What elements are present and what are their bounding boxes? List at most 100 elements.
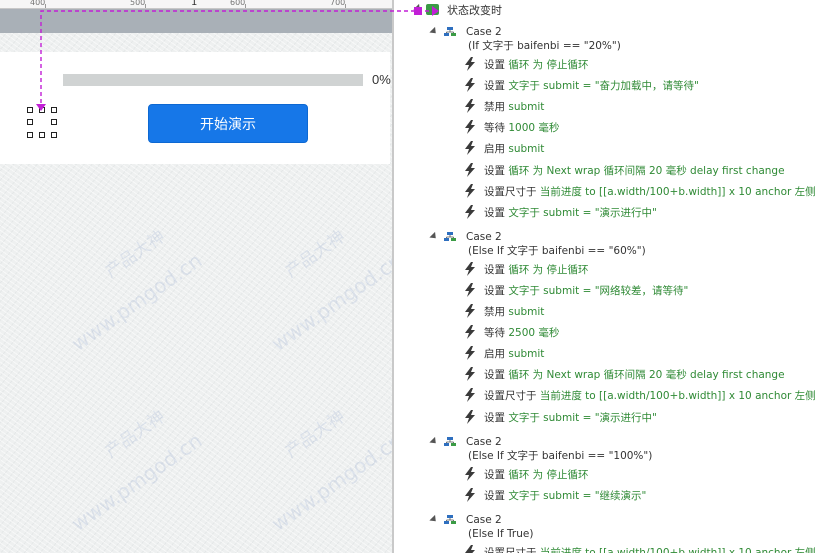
lightning-bolt-icon bbox=[465, 466, 475, 481]
action-row[interactable]: 启用 submit bbox=[484, 347, 544, 361]
action-row[interactable]: 设置 循环 为 停止循环 bbox=[484, 263, 589, 277]
lightning-bolt-icon bbox=[465, 99, 475, 114]
lightning-bolt-icon bbox=[465, 409, 475, 424]
action-target: 文字于 submit = "演示进行中" bbox=[508, 411, 657, 424]
watermark: www.pmgod.cn bbox=[66, 428, 207, 536]
case-condition[interactable]: (Else If True) bbox=[468, 527, 533, 541]
expand-caret-icon[interactable] bbox=[429, 436, 439, 446]
action-row[interactable]: 设置 文字于 submit = "继续演示" bbox=[484, 489, 646, 503]
action-verb: 设置 bbox=[484, 59, 505, 71]
case-condition[interactable]: (If 文字于 baifenbi == "20%") bbox=[468, 39, 621, 53]
action-target: 1000 毫秒 bbox=[508, 122, 560, 135]
action-row[interactable]: 设置 文字于 submit = "奋力加载中，请等待" bbox=[484, 79, 699, 93]
watermark: www.pmgod.cn bbox=[266, 248, 393, 356]
action-target: 2500 毫秒 bbox=[508, 327, 560, 340]
action-verb: 设置 bbox=[484, 468, 505, 481]
action-target: submit bbox=[508, 143, 545, 156]
ruler-tick bbox=[245, 4, 246, 8]
resize-handle[interactable] bbox=[27, 132, 33, 138]
lightning-bolt-icon bbox=[465, 162, 475, 177]
case-flow-icon bbox=[444, 436, 456, 446]
watermark: 产品大神 bbox=[101, 406, 170, 463]
action-target: 循环 为 停止循环 bbox=[508, 59, 589, 71]
resize-handle[interactable] bbox=[27, 119, 33, 125]
action-row[interactable]: 禁用 submit bbox=[484, 100, 544, 114]
action-row[interactable]: 设置 循环 为 停止循环 bbox=[484, 468, 589, 482]
action-target: 文字于 submit = "奋力加载中，请等待" bbox=[508, 80, 699, 93]
action-row[interactable]: 设置 循环 为 Next wrap 循环间隔 20 毫秒 delay first… bbox=[484, 368, 785, 382]
ruler-label: 600 bbox=[230, 0, 246, 7]
case-condition[interactable]: (Else If 文字于 baifenbi == "60%") bbox=[468, 244, 646, 258]
action-verb: 设置 bbox=[484, 489, 505, 502]
lightning-bolt-icon bbox=[465, 325, 475, 340]
action-target: submit bbox=[508, 306, 545, 318]
case-condition[interactable]: (Else If 文字于 baifenbi == "100%") bbox=[468, 449, 652, 463]
action-row[interactable]: 设置 循环 为 停止循环 bbox=[484, 58, 589, 72]
watermark: 产品大神 bbox=[101, 226, 170, 283]
action-row[interactable]: 设置 文字于 submit = "演示进行中" bbox=[484, 411, 657, 425]
action-verb: 启用 bbox=[484, 143, 505, 156]
resize-handle[interactable] bbox=[51, 119, 57, 125]
watermark: 产品大神 bbox=[281, 406, 350, 463]
action-row[interactable]: 设置尺寸于 当前进度 to [[a.width/100+b.width]] x … bbox=[484, 185, 816, 199]
action-row[interactable]: 设置 文字于 submit = "网络较差，请等待" bbox=[484, 284, 688, 298]
action-target: 循环 为 Next wrap 循环间隔 20 毫秒 delay first ch… bbox=[508, 369, 785, 382]
lightning-bolt-icon bbox=[465, 282, 475, 297]
action-verb: 设置 bbox=[484, 263, 505, 276]
progress-bar bbox=[63, 74, 363, 86]
action-target: 当前进度 to [[a.width/100+b.width]] x 10 anc… bbox=[539, 546, 816, 553]
case-flow-icon bbox=[444, 27, 456, 36]
action-verb: 等待 bbox=[484, 327, 505, 340]
lightning-bolt-icon bbox=[465, 388, 475, 403]
expand-caret-icon[interactable] bbox=[413, 3, 423, 14]
lightning-bolt-icon bbox=[465, 544, 475, 553]
action-verb: 设置 bbox=[484, 411, 505, 424]
action-row[interactable]: 设置尺寸于 当前进度 to [[a.width/100+b.width]] x … bbox=[484, 546, 816, 553]
action-target: 当前进度 to [[a.width/100+b.width]] x 10 anc… bbox=[539, 390, 816, 403]
expand-caret-icon[interactable] bbox=[429, 514, 439, 524]
lightning-bolt-icon bbox=[465, 304, 475, 318]
resize-handle[interactable] bbox=[51, 107, 57, 113]
start-demo-button[interactable]: 开始演示 bbox=[148, 104, 308, 143]
case-title[interactable]: Case 2 bbox=[466, 435, 502, 449]
expand-caret-icon[interactable] bbox=[429, 231, 439, 241]
design-canvas[interactable]: 400 500 1 600 700 www.pmgod.cn www.pmgod… bbox=[0, 0, 393, 553]
lightning-bolt-icon bbox=[465, 141, 475, 156]
action-row[interactable]: 设置 循环 为 Next wrap 循环间隔 20 毫秒 delay first… bbox=[484, 164, 785, 178]
interactions-panel: 状态改变时 Case 2 (If 文字于 baifenbi == "20%") 设置… bbox=[394, 0, 829, 553]
ruler-label: 500 bbox=[130, 0, 146, 7]
action-row[interactable]: 设置尺寸于 当前进度 to [[a.width/100+b.width]] x … bbox=[484, 389, 816, 403]
action-verb: 设置尺寸于 bbox=[484, 546, 537, 553]
action-verb: 启用 bbox=[484, 348, 505, 361]
action-row[interactable]: 设置 文字于 submit = "演示进行中" bbox=[484, 206, 657, 220]
action-target: 循环 为 Next wrap 循环间隔 20 毫秒 delay first ch… bbox=[508, 164, 785, 177]
selected-widget[interactable] bbox=[27, 107, 57, 138]
event-label: 状态改变时 bbox=[447, 4, 502, 17]
action-row[interactable]: 等待 1000 毫秒 bbox=[484, 121, 559, 135]
case-title[interactable]: Case 2 bbox=[466, 25, 502, 39]
event-icon bbox=[426, 4, 439, 15]
resize-handle[interactable] bbox=[51, 132, 57, 138]
action-target: 当前进度 to [[a.width/100+b.width]] x 10 anc… bbox=[539, 185, 816, 198]
watermark: www.pmgod.cn bbox=[266, 428, 393, 536]
expand-caret-icon[interactable] bbox=[429, 26, 439, 37]
resize-handle[interactable] bbox=[39, 107, 45, 113]
ruler-marker: 1 bbox=[191, 0, 198, 8]
action-target: 文字于 submit = "演示进行中" bbox=[508, 206, 657, 219]
action-row[interactable]: 启用 submit bbox=[484, 142, 544, 156]
resize-handle[interactable] bbox=[39, 132, 45, 138]
case-title[interactable]: Case 2 bbox=[466, 230, 502, 244]
action-target: 文字于 submit = "网络较差，请等待" bbox=[508, 284, 689, 297]
ruler-label: 700 bbox=[330, 0, 346, 7]
action-verb: 设置 bbox=[484, 80, 505, 93]
ruler-label: 400 bbox=[30, 0, 46, 7]
lightning-bolt-icon bbox=[465, 57, 475, 71]
case-title[interactable]: Case 2 bbox=[466, 513, 502, 527]
case-flow-icon bbox=[444, 231, 456, 241]
resize-handle[interactable] bbox=[27, 107, 33, 113]
action-target: submit bbox=[508, 348, 545, 361]
action-row[interactable]: 禁用 submit bbox=[484, 305, 544, 319]
action-verb: 设置 bbox=[484, 164, 505, 177]
action-row[interactable]: 等待 2500 毫秒 bbox=[484, 326, 559, 340]
progress-percent-label: 0% bbox=[372, 72, 391, 87]
